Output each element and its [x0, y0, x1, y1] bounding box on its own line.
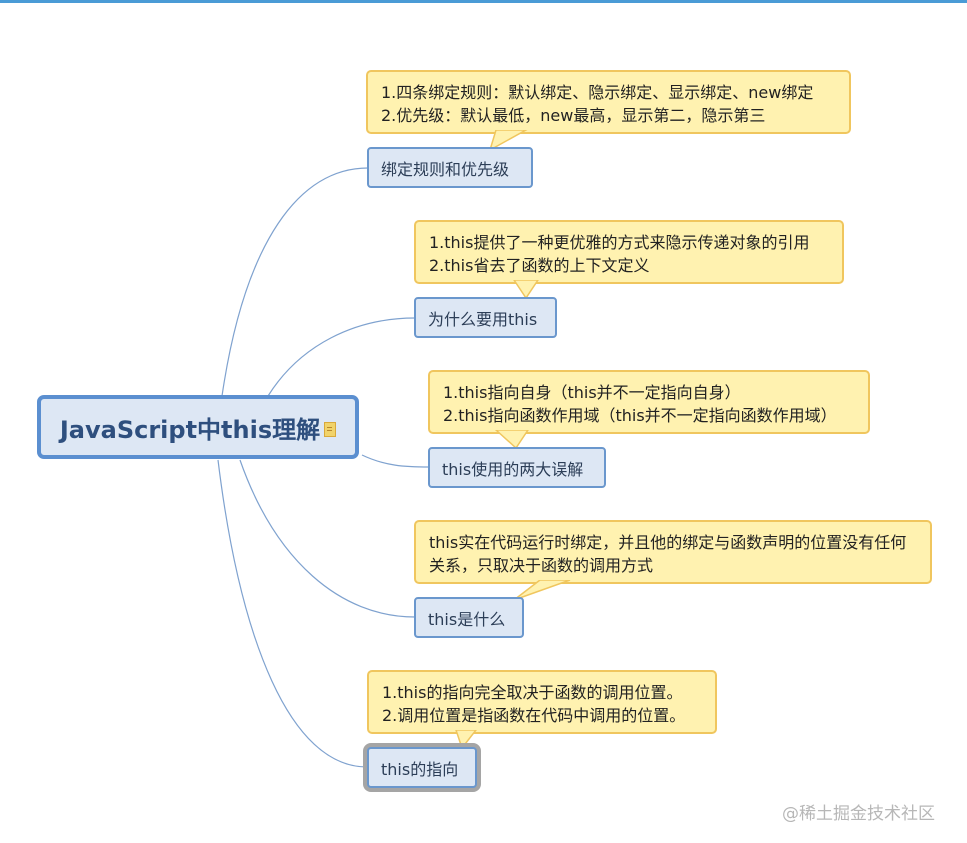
connector-branch-3 [361, 454, 430, 468]
branch-why-this[interactable]: 为什么要用this [414, 297, 557, 338]
root-topic[interactable]: JavaScript中this理解 [37, 395, 359, 459]
callout-line: 2.调用位置是指函数在代码中调用的位置。 [382, 706, 686, 725]
callout-this-points-to[interactable]: 1.this的指向完全取决于函数的调用位置。 2.调用位置是指函数在代码中调用的… [367, 670, 717, 734]
branch-what-is-this[interactable]: this是什么 [414, 597, 524, 638]
callout-binding-rules[interactable]: 1.四条绑定规则：默认绑定、隐示绑定、显示绑定、new绑定 2.优先级：默认最低… [366, 70, 851, 134]
branch-this-points-to[interactable]: this的指向 [367, 747, 477, 788]
callout-line: 2.优先级：默认最低，new最高，显示第二，隐示第三 [381, 106, 766, 125]
callout-what-is-this[interactable]: this实在代码运行时绑定，并且他的绑定与函数声明的位置没有任何关系，只取决于函… [414, 520, 932, 584]
callout-line: 1.this指向自身（this并不一定指向自身） [443, 383, 741, 402]
callout-line: 1.四条绑定规则：默认绑定、隐示绑定、显示绑定、new绑定 [381, 83, 814, 102]
branch-label: 绑定规则和优先级 [381, 159, 510, 179]
branch-misconceptions[interactable]: this使用的两大误解 [428, 447, 606, 488]
callout-line: this实在代码运行时绑定，并且他的绑定与函数声明的位置没有任何关系，只取决于函… [429, 533, 907, 575]
branch-label: this是什么 [428, 609, 506, 629]
connector-branch-2 [267, 317, 416, 397]
branch-label: this使用的两大误解 [442, 459, 584, 479]
callout-why-this[interactable]: 1.this提供了一种更优雅的方式来隐示传递对象的引用 2.this省去了函数的… [414, 220, 844, 284]
connector-branch-1 [221, 167, 369, 397]
watermark: @稀土掘金技术社区 [782, 804, 935, 824]
connector-branch-4 [239, 459, 416, 618]
branch-label: this的指向 [381, 759, 459, 779]
branch-binding-rules[interactable]: 绑定规则和优先级 [367, 147, 533, 188]
callout-line: 2.this省去了函数的上下文定义 [429, 256, 650, 275]
connector-branch-5 [217, 459, 368, 768]
branch-label: 为什么要用this [428, 309, 538, 329]
note-icon[interactable] [324, 421, 337, 437]
callout-line: 2.this指向函数作用域（this并不一定指向函数作用域） [443, 406, 837, 425]
callout-line: 1.this的指向完全取决于函数的调用位置。 [382, 683, 683, 702]
root-topic-title: JavaScript中this理解 [59, 415, 321, 444]
callout-misconceptions[interactable]: 1.this指向自身（this并不一定指向自身） 2.this指向函数作用域（t… [428, 370, 870, 434]
callout-line: 1.this提供了一种更优雅的方式来隐示传递对象的引用 [429, 233, 810, 252]
